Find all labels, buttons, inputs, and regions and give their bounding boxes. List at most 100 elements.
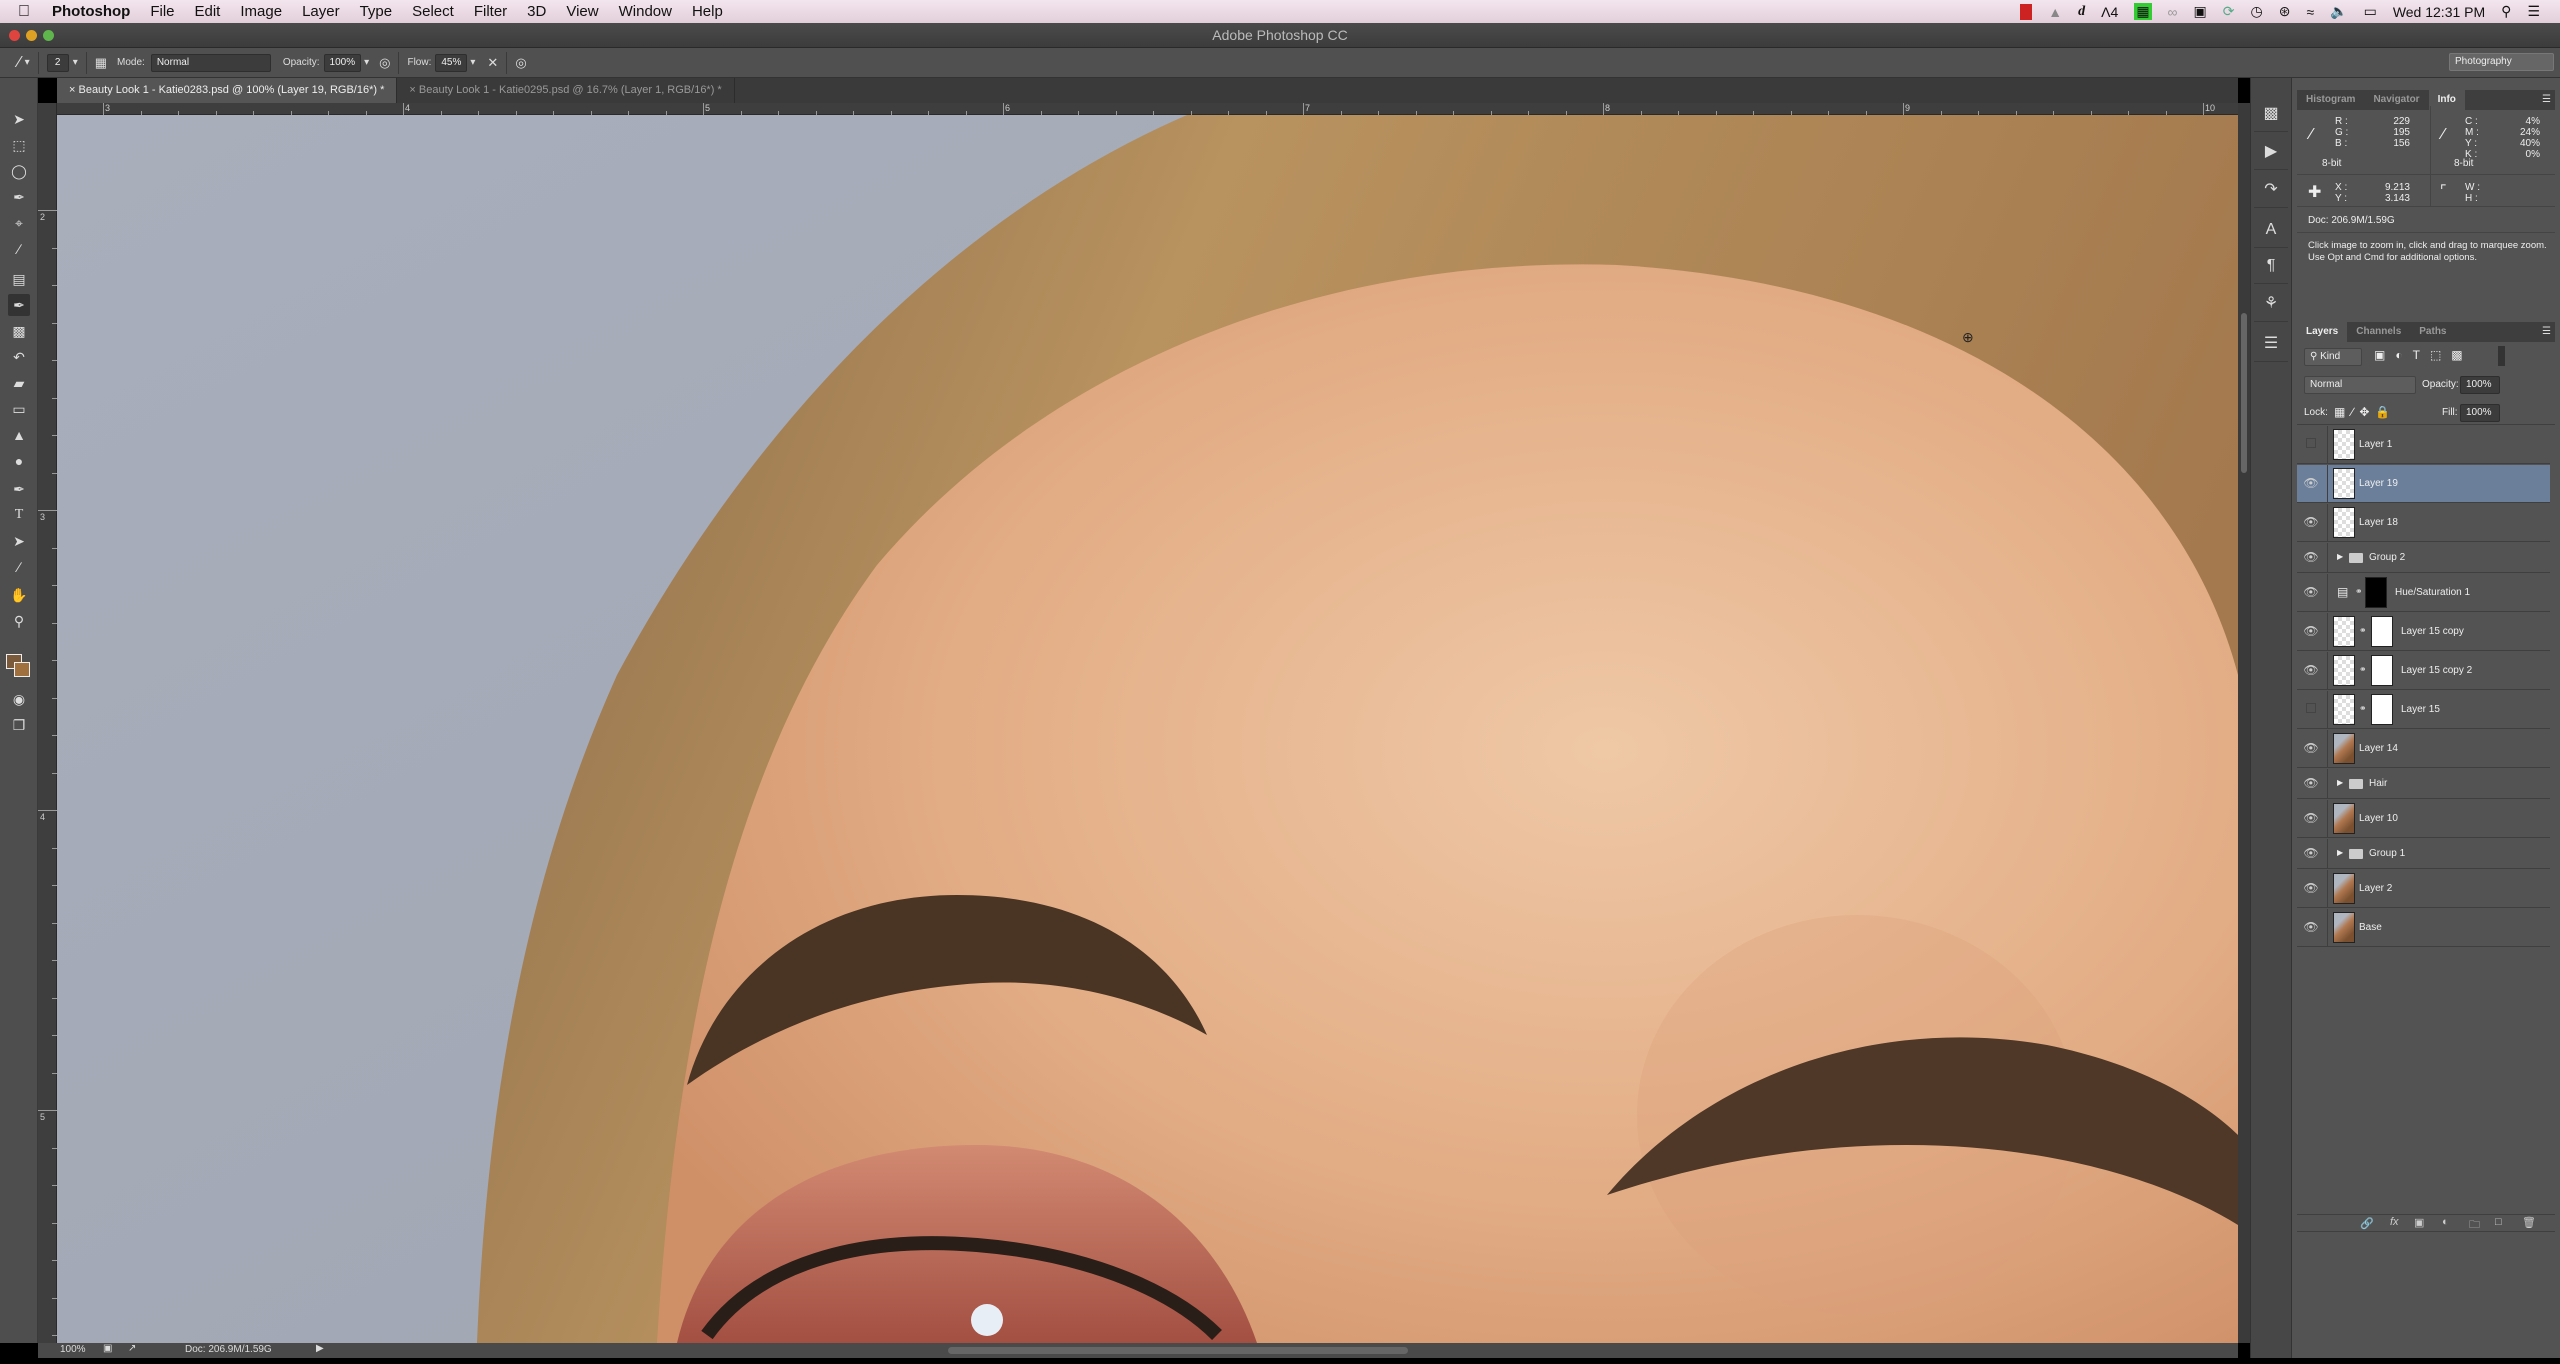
status-menu-arrow-icon[interactable]: ▶ — [316, 1343, 324, 1354]
dodge-tool-icon[interactable]: ● — [8, 450, 30, 472]
eyedropper-tool-icon[interactable]: ∕ — [8, 238, 30, 260]
tab-info[interactable]: Info — [2428, 90, 2465, 110]
status-options-icon[interactable]: ▣ — [103, 1343, 112, 1354]
layer-thumbnail[interactable] — [2333, 616, 2355, 647]
notification-icon[interactable]: ▲ — [2048, 4, 2062, 20]
move-tool-icon[interactable]: ➤ — [8, 108, 30, 130]
eye-icon[interactable]: 👁 — [2301, 811, 2321, 825]
workspace-switcher[interactable]: Photography — [2449, 53, 2554, 71]
chain-link-icon[interactable]: ⚭ — [2359, 703, 2367, 714]
layer-thumbnail[interactable] — [2333, 694, 2355, 725]
display-icon[interactable]: ▣ — [2194, 3, 2207, 20]
layer-row[interactable]: 👁 Layer 19 — [2297, 465, 2550, 503]
notification-center-icon[interactable]: ☰ — [2527, 3, 2540, 20]
pen-tool-icon[interactable]: ✒ — [8, 478, 30, 500]
layer-row[interactable]: 👁 ▶ Group 2 — [2297, 543, 2550, 573]
layer-thumbnail[interactable] — [2333, 655, 2355, 686]
expand-arrow-icon[interactable]: ▶ — [2337, 778, 2343, 787]
layer-thumbnail[interactable] — [2333, 803, 2355, 834]
horizontal-scrollbar[interactable] — [948, 1347, 1408, 1354]
bluetooth-icon[interactable]: ⊛ — [2279, 3, 2291, 20]
spotlight-icon[interactable]: ⚲ — [2501, 3, 2511, 20]
flow-input[interactable]: 45% — [435, 53, 468, 72]
expand-arrow-icon[interactable]: ▶ — [2337, 552, 2343, 561]
eye-icon[interactable]: 👁 — [2301, 920, 2321, 934]
eye-icon[interactable]: 👁 — [2301, 776, 2321, 790]
zoom-tool-icon[interactable]: ⚲ — [8, 610, 30, 632]
lock-icons[interactable]: ▦∕✥🔒 — [2334, 405, 2396, 419]
panel-menu-icon[interactable]: ☰ — [2542, 322, 2555, 342]
layer-thumbnail[interactable] — [2333, 507, 2355, 538]
menu-file[interactable]: File — [150, 3, 174, 20]
panel-menu-icon[interactable]: ☰ — [2542, 90, 2555, 110]
eraser-tool-icon[interactable]: ▰ — [8, 372, 30, 394]
clone-source-icon[interactable]: ▩ — [2254, 96, 2288, 132]
layer-row[interactable]: 👁 ▶ Hair — [2297, 769, 2550, 799]
battery-icon[interactable]: ▭ — [2364, 3, 2377, 20]
layer-row[interactable]: 👁 ⚭ Layer 15 copy 2 — [2297, 652, 2550, 690]
layer-filter-icons[interactable]: ▣◐T⬚▩ — [2374, 348, 2473, 362]
layer-thumbnail[interactable] — [2333, 468, 2355, 499]
brush-tool-icon[interactable]: ✒ — [8, 294, 30, 316]
actions-play-icon[interactable]: ▶ — [2254, 134, 2288, 170]
history-brush-tool-icon[interactable]: ↶ — [8, 346, 30, 368]
menu-help[interactable]: Help — [692, 3, 723, 20]
marquee-tool-icon[interactable]: ⬚ — [8, 134, 30, 156]
wifi-icon[interactable]: ≈ — [2306, 4, 2314, 20]
layer-thumbnail[interactable] — [2333, 429, 2355, 460]
eye-icon[interactable]: 👁 — [2301, 585, 2321, 599]
tab-layers[interactable]: Layers — [2297, 322, 2348, 342]
close-tab-icon[interactable]: × — [409, 84, 418, 96]
link-layers-icon[interactable]: 🔗 — [2360, 1217, 2374, 1230]
layer-row[interactable]: 👁 ▶ Group 1 — [2297, 839, 2550, 869]
eyedropper-icon[interactable]: ∕ — [2442, 126, 2445, 144]
sync-icon[interactable]: ⟳ — [2223, 3, 2235, 20]
layer-thumbnail[interactable] — [2333, 873, 2355, 904]
gradient-tool-icon[interactable]: ▭ — [8, 398, 30, 420]
new-layer-icon[interactable]: □ — [2495, 1216, 2502, 1228]
pressure-size-icon[interactable]: ◎ — [515, 55, 526, 71]
clock[interactable]: Wed 12:31 PM — [2393, 4, 2485, 20]
crop-tool-icon[interactable]: ⌖ — [8, 212, 30, 234]
chain-link-icon[interactable]: ⚭ — [2359, 625, 2367, 636]
lasso-tool-icon[interactable]: ◯ — [8, 160, 30, 182]
new-group-icon[interactable]: 🗀 — [2469, 1216, 2480, 1235]
adjustment-layer-icon[interactable]: ◐ — [2442, 1216, 2449, 1228]
menu-3d[interactable]: 3D — [527, 3, 546, 20]
eyedropper-icon[interactable]: ∕ — [2310, 126, 2313, 144]
brush-panel-toggle-icon[interactable]: ▦ — [95, 55, 107, 71]
layer-row[interactable]: 👁 Layer 2 — [2297, 870, 2550, 908]
visibility-toggle[interactable] — [2301, 437, 2321, 451]
chevron-down-icon[interactable]: ▾ — [25, 57, 30, 68]
pressure-opacity-icon[interactable]: ◎ — [379, 55, 390, 71]
add-mask-icon[interactable]: ▣ — [2414, 1216, 2424, 1229]
layer-opacity-input[interactable]: 100% — [2460, 376, 2500, 394]
menu-select[interactable]: Select — [412, 3, 454, 20]
menu-edit[interactable]: Edit — [195, 3, 221, 20]
menu-image[interactable]: Image — [240, 3, 282, 20]
path-selection-tool-icon[interactable]: ➤ — [8, 530, 30, 552]
apple-icon[interactable]:  — [18, 3, 30, 21]
tab-katie0295[interactable]: × Beauty Look 1 - Katie0295.psd @ 16.7% … — [397, 78, 735, 103]
fx-icon[interactable]: fx — [2390, 1216, 2399, 1228]
tab-navigator[interactable]: Navigator — [2364, 90, 2428, 110]
filter-toggle[interactable] — [2498, 346, 2505, 366]
layer-mask-thumbnail[interactable] — [2365, 577, 2387, 608]
menu-window[interactable]: Window — [619, 3, 672, 20]
screen-mode-icon[interactable]: ❐ — [8, 714, 30, 736]
tab-histogram[interactable]: Histogram — [2297, 90, 2364, 110]
layer-row[interactable]: 👁 Layer 18 — [2297, 504, 2550, 542]
visibility-toggle[interactable] — [2301, 702, 2321, 716]
creative-cloud-icon[interactable]: ∞ — [2168, 4, 2178, 20]
layer-mask-thumbnail[interactable] — [2371, 616, 2393, 647]
opacity-input[interactable]: 100% — [323, 53, 362, 72]
chain-link-icon[interactable]: ⚭ — [2355, 586, 2363, 597]
brush-size-picker[interactable]: 2 — [46, 53, 69, 72]
layer-row[interactable]: Layer 1 — [2297, 426, 2550, 464]
tab-katie0283[interactable]: × Beauty Look 1 - Katie0283.psd @ 100% (… — [57, 78, 398, 103]
menu-app[interactable]: Photoshop — [52, 3, 130, 20]
fill-input[interactable]: 100% — [2460, 404, 2500, 422]
layer-mask-thumbnail[interactable] — [2371, 655, 2393, 686]
layer-row[interactable]: 👁 Layer 14 — [2297, 730, 2550, 768]
type-tool-icon[interactable]: T — [8, 504, 30, 526]
